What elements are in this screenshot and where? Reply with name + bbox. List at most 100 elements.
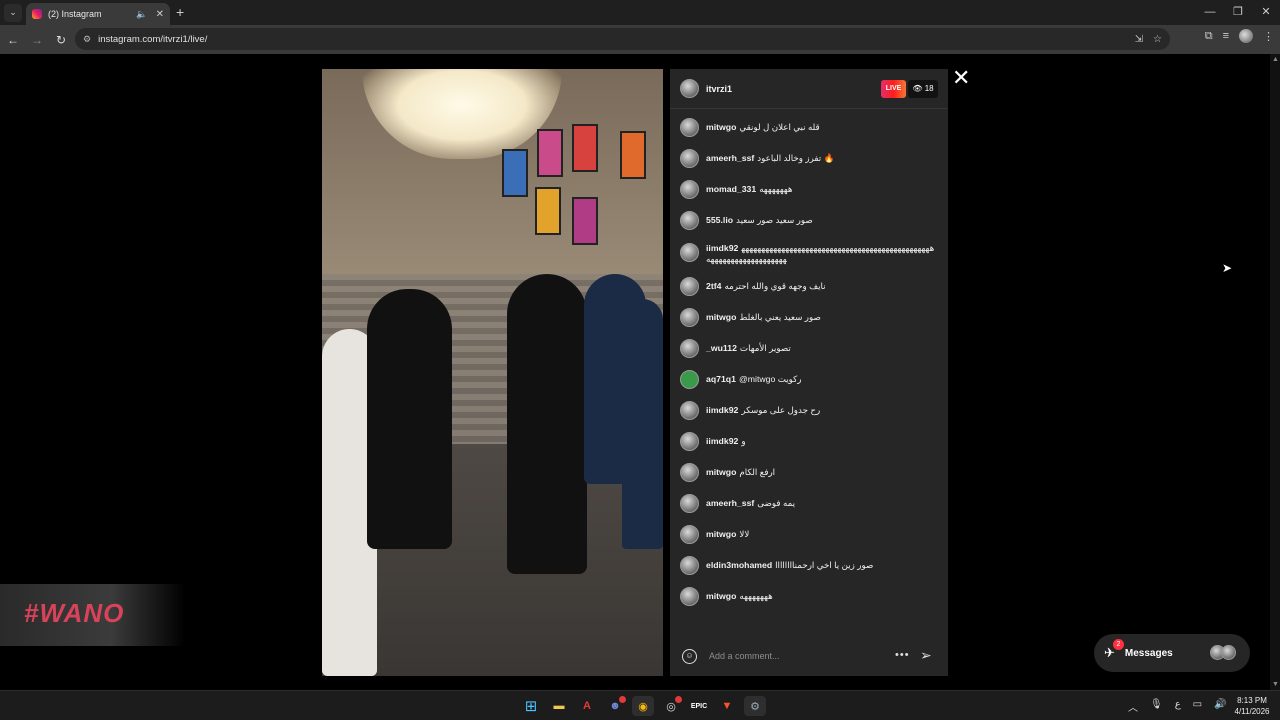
mouse-cursor-icon: ➤ xyxy=(1222,261,1233,275)
avatar[interactable] xyxy=(680,587,699,606)
comment-username[interactable]: iimdk92 xyxy=(706,436,738,446)
brave-icon[interactable]: ▼ xyxy=(716,696,738,716)
chrome-icon[interactable]: ◉ xyxy=(632,696,654,716)
speaker-icon[interactable]: 🔈 xyxy=(136,9,147,20)
comment-text: @mitwgo ركويت xyxy=(738,374,802,384)
more-options-icon[interactable]: ••• xyxy=(895,649,910,661)
comment-input[interactable] xyxy=(709,651,879,661)
list-item: _wu112 تصوير الأمهات xyxy=(680,339,942,358)
windows-taskbar: ⊞ ▬ A ☻ ◉ ◎ EPIC ▼ ⚙ ︿ 🎙 ع ▭ 🔊 8:13 PM 4… xyxy=(0,690,1280,720)
obs-icon[interactable]: ◎ xyxy=(660,696,682,716)
minimize-button[interactable]: — xyxy=(1196,0,1224,25)
media-control-icon[interactable]: ≡ xyxy=(1223,30,1229,42)
install-app-icon[interactable]: ⇲ xyxy=(1135,34,1143,45)
tab-close-icon[interactable]: ✕ xyxy=(156,9,164,20)
volume-icon[interactable]: 🔊 xyxy=(1214,699,1226,714)
avatar[interactable] xyxy=(680,243,699,262)
avatar[interactable] xyxy=(680,401,699,420)
comment-username[interactable]: iimdk92 xyxy=(706,243,738,253)
video-poster xyxy=(572,124,598,172)
comment-username[interactable]: mitwgo xyxy=(706,529,736,539)
chevron-up-icon[interactable]: ︿ xyxy=(1128,699,1138,714)
host-avatar[interactable] xyxy=(680,79,699,98)
profile-avatar[interactable] xyxy=(1239,29,1253,43)
avatar[interactable] xyxy=(680,118,699,137)
site-info-icon[interactable]: ⚙ xyxy=(83,34,91,45)
back-button[interactable]: ← xyxy=(2,33,24,47)
messages-button[interactable]: ✈ 2 Messages xyxy=(1094,634,1250,672)
menu-kebab-icon[interactable]: ⋮ xyxy=(1263,30,1274,43)
live-side-panel: itvrzi1 LIVE 👁 18 mitwgo قله نبي اعلان ل … xyxy=(670,69,948,676)
page-scrollbar[interactable]: ▲ ▼ xyxy=(1270,54,1280,690)
avatar[interactable] xyxy=(680,525,699,544)
comment-username[interactable]: ameerh_ssf xyxy=(706,498,754,508)
comment-text: قله نبي اعلان ل لونقي xyxy=(739,122,820,132)
video-person xyxy=(507,274,587,574)
forward-button[interactable]: → xyxy=(26,33,48,47)
live-video-stream[interactable] xyxy=(322,69,663,676)
avatar[interactable] xyxy=(680,432,699,451)
windows-start-icon[interactable]: ⊞ xyxy=(520,696,542,716)
tab-search-button[interactable]: ⌄ xyxy=(4,3,22,22)
comment-username[interactable]: 555.lio xyxy=(706,215,733,225)
microphone-icon[interactable]: 🎙 xyxy=(1150,699,1163,714)
comment-username[interactable]: mitwgo xyxy=(706,122,736,132)
reload-button[interactable]: ↻ xyxy=(50,33,72,47)
list-item: mitwgo هههههههه xyxy=(680,587,942,606)
app-a-icon[interactable]: A xyxy=(576,696,598,716)
extensions-icon[interactable]: ⧉ xyxy=(1205,30,1213,43)
close-window-button[interactable]: ✕ xyxy=(1252,0,1280,25)
comment-username[interactable]: iimdk92 xyxy=(706,405,738,415)
avatar[interactable] xyxy=(680,277,699,296)
avatar[interactable] xyxy=(680,556,699,575)
avatar[interactable] xyxy=(680,180,699,199)
instagram-favicon-icon xyxy=(32,9,42,19)
avatar[interactable] xyxy=(680,494,699,513)
new-tab-button[interactable]: + xyxy=(176,4,184,20)
bookmark-star-icon[interactable]: ☆ xyxy=(1153,34,1162,45)
list-item: iimdk92 و xyxy=(680,432,942,451)
host-username[interactable]: itvrzi1 xyxy=(706,84,732,94)
epic-games-icon[interactable]: EPIC xyxy=(688,696,710,716)
comment-username[interactable]: mitwgo xyxy=(706,591,736,601)
comment-username[interactable]: eldin3mohamed xyxy=(706,560,772,570)
video-poster xyxy=(502,149,528,197)
send-icon[interactable]: ➢ xyxy=(920,647,932,664)
scroll-down-icon[interactable]: ▼ xyxy=(1272,681,1279,688)
comment-username[interactable]: 2tf4 xyxy=(706,281,721,291)
input-language[interactable]: ع xyxy=(1175,699,1181,714)
avatar[interactable] xyxy=(680,463,699,482)
close-live-icon[interactable]: ✕ xyxy=(952,67,970,89)
comment-text: صور سعيد صور سعيد xyxy=(736,215,813,225)
comment-text: صور سعيد يعني بالغلط xyxy=(739,312,821,322)
avatar[interactable] xyxy=(680,211,699,230)
avatar[interactable] xyxy=(680,308,699,327)
comment-username[interactable]: aq71q1 xyxy=(706,374,736,384)
comment-username[interactable]: mitwgo xyxy=(706,312,736,322)
avatar[interactable] xyxy=(680,370,699,389)
live-header: itvrzi1 LIVE 👁 18 xyxy=(670,69,948,109)
file-explorer-icon[interactable]: ▬ xyxy=(548,696,570,716)
taskbar-clock[interactable]: 8:13 PM 4/11/2026 xyxy=(1230,695,1274,717)
restore-button[interactable]: ❐ xyxy=(1224,0,1252,25)
list-item: mitwgo قله نبي اعلان ل لونقي xyxy=(680,118,942,137)
list-item: iimdk92 رح جدول على موسكر xyxy=(680,401,942,420)
scroll-up-icon[interactable]: ▲ xyxy=(1272,56,1279,63)
comment-text: رح جدول على موسكر xyxy=(741,405,821,415)
avatar[interactable] xyxy=(680,339,699,358)
display-icon[interactable]: ▭ xyxy=(1193,699,1202,714)
avatar[interactable] xyxy=(680,149,699,168)
comment-username[interactable]: ameerh_ssf xyxy=(706,153,754,163)
emoji-icon[interactable]: ☺ xyxy=(682,648,697,664)
address-bar[interactable]: ⚙ instagram.com/itvrzi1/live/ ⇲ ☆ xyxy=(75,28,1170,50)
comment-username[interactable]: mitwgo xyxy=(706,467,736,477)
browser-tab-instagram[interactable]: (2) Instagram 🔈 ✕ xyxy=(26,3,170,25)
notification-dot xyxy=(675,696,682,703)
messages-avatars xyxy=(1210,645,1236,660)
video-person xyxy=(367,289,452,549)
comment-username[interactable]: momad_331 xyxy=(706,184,756,194)
overlay-logo-text: #WANO xyxy=(24,598,125,628)
discord-icon[interactable]: ☻ xyxy=(604,696,626,716)
settings-gear-icon[interactable]: ⚙ xyxy=(744,696,766,716)
comment-username[interactable]: _wu112 xyxy=(706,343,737,353)
